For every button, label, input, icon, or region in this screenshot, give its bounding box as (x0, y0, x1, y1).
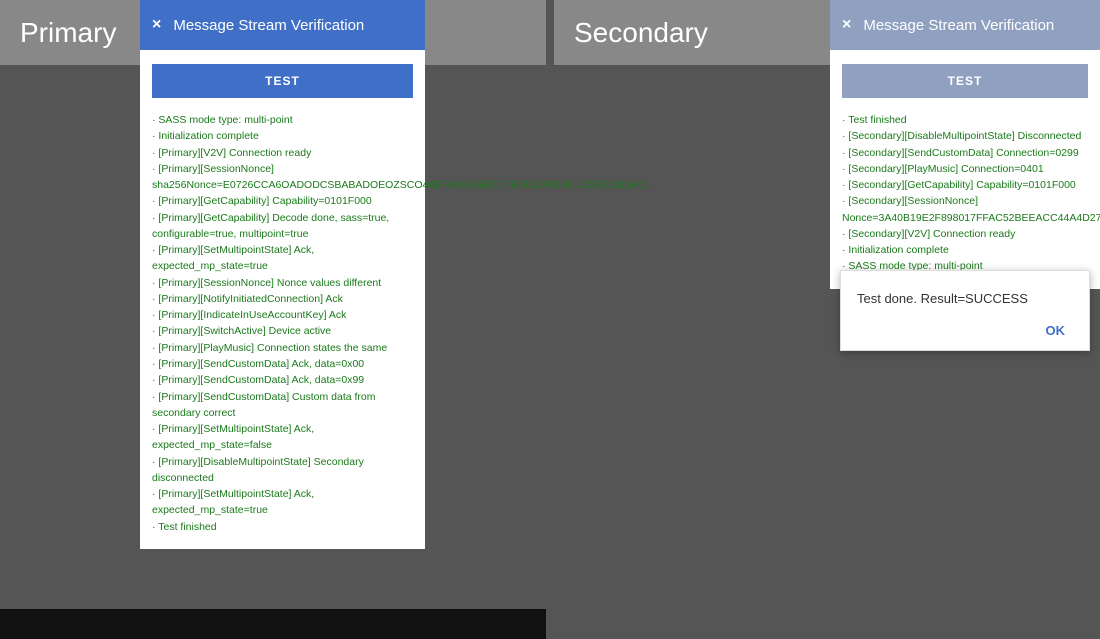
secondary-close-button[interactable]: × (842, 17, 851, 33)
log-line: · [Primary][SendCustomData] Custom data … (152, 389, 413, 422)
log-line: · [Secondary][V2V] Connection ready (842, 226, 1088, 242)
log-line: · [Primary][SessionNonce] Nonce values d… (152, 275, 413, 291)
secondary-panel: Secondary × Message Stream Verification … (554, 0, 1100, 639)
log-line: · SASS mode type: multi-point (152, 112, 413, 128)
ok-button[interactable]: OK (1038, 319, 1074, 342)
log-line: · Test finished (152, 519, 413, 535)
log-line: · Initialization complete (152, 128, 413, 144)
log-line: · [Primary][V2V] Connection ready (152, 145, 413, 161)
primary-title: Primary (20, 17, 116, 49)
primary-test-button[interactable]: TEST (152, 64, 413, 98)
log-line: · [Primary][SetMultipointState] Ack, exp… (152, 242, 413, 275)
primary-dialog: × Message Stream Verification TEST · SAS… (140, 0, 425, 549)
secondary-dialog-title: Message Stream Verification (863, 17, 1054, 34)
secondary-dialog-header: × Message Stream Verification (830, 0, 1100, 50)
log-line: · [Primary][GetCapability] Decode done, … (152, 210, 413, 243)
log-line: · [Primary][GetCapability] Capability=01… (152, 193, 413, 209)
log-line: · [Secondary][SendCustomData] Connection… (842, 145, 1088, 161)
primary-dialog-title: Message Stream Verification (173, 17, 364, 34)
secondary-title: Secondary (574, 17, 708, 49)
log-line: · Test finished (842, 112, 1088, 128)
log-line: · [Primary][SessionNonce] sha256Nonce=E0… (152, 161, 413, 194)
panel-divider (546, 0, 554, 639)
primary-close-button[interactable]: × (152, 17, 161, 33)
ok-button-container: OK (857, 322, 1073, 340)
primary-dialog-body: TEST · SASS mode type: multi-point· Init… (140, 50, 425, 549)
log-line: · [Secondary][SessionNonce] Nonce=3A40B1… (842, 193, 1088, 226)
log-line: · [Secondary][PlayMusic] Connection=0401 (842, 161, 1088, 177)
log-line: · [Secondary][DisableMultipointState] Di… (842, 128, 1088, 144)
log-line: · Initialization complete (842, 242, 1088, 258)
primary-dialog-header: × Message Stream Verification (140, 0, 425, 50)
log-line: · [Primary][IndicateInUseAccountKey] Ack (152, 307, 413, 323)
log-line: · [Primary][PlayMusic] Connection states… (152, 340, 413, 356)
success-dialog: Test done. Result=SUCCESS OK (840, 270, 1090, 351)
log-line: · [Primary][NotifyInitiatedConnection] A… (152, 291, 413, 307)
secondary-test-button: TEST (842, 64, 1088, 98)
primary-log-area: · SASS mode type: multi-point· Initializ… (152, 112, 413, 535)
log-line: · [Primary][SetMultipointState] Ack, exp… (152, 486, 413, 519)
log-line: · [Primary][SwitchActive] Device active (152, 323, 413, 339)
primary-panel: Primary × Message Stream Verification TE… (0, 0, 546, 639)
success-message: Test done. Result=SUCCESS (857, 291, 1073, 306)
log-line: · [Primary][SendCustomData] Ack, data=0x… (152, 356, 413, 372)
log-line: · [Primary][DisableMultipointState] Seco… (152, 454, 413, 487)
secondary-dialog: × Message Stream Verification TEST · Tes… (830, 0, 1100, 289)
log-line: · [Primary][SetMultipointState] Ack, exp… (152, 421, 413, 454)
secondary-log-area: · Test finished· [Secondary][DisableMult… (842, 112, 1088, 275)
log-line: · [Primary][SendCustomData] Ack, data=0x… (152, 372, 413, 388)
secondary-dialog-body: TEST · Test finished· [Secondary][Disabl… (830, 50, 1100, 289)
log-line: · [Secondary][GetCapability] Capability=… (842, 177, 1088, 193)
primary-bottom-bar (0, 609, 546, 639)
